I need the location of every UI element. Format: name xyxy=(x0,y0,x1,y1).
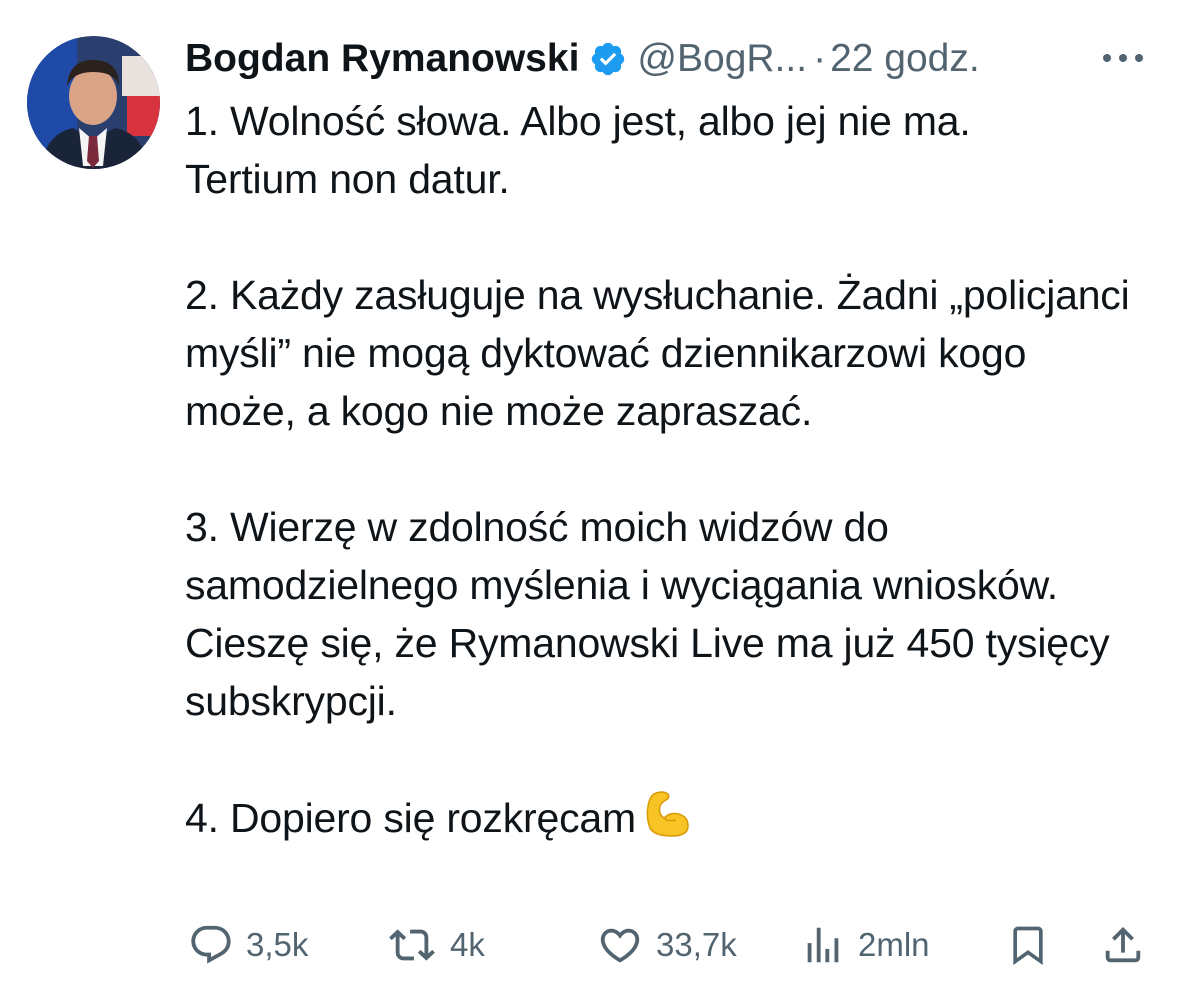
author-handle[interactable]: @BogR... xyxy=(637,34,807,84)
bookmark-icon xyxy=(1013,926,1043,966)
tweet-header: Bogdan Rymanowski @BogR... · 22 godz. xyxy=(185,34,980,84)
tweet-text: 1. Wolność słowa. Albo jest, albo jej ni… xyxy=(185,98,1130,841)
verified-badge-icon[interactable] xyxy=(589,40,627,78)
retweet-icon xyxy=(389,929,435,961)
avatar-image xyxy=(27,36,160,169)
share-icon xyxy=(1105,926,1141,963)
more-options-icon[interactable] xyxy=(1098,48,1148,68)
like-button[interactable]: 33,7k xyxy=(596,915,737,975)
tweet-actions: 3,5k 4k 33,7k 2mln xyxy=(0,915,1179,975)
views-icon xyxy=(807,927,839,963)
like-count: 33,7k xyxy=(656,926,737,963)
heart-icon xyxy=(600,928,640,963)
tweet-timestamp[interactable]: 22 godz. xyxy=(830,34,980,84)
retweet-count: 4k xyxy=(450,926,485,963)
avatar[interactable] xyxy=(27,36,160,169)
reply-button[interactable]: 3,5k xyxy=(188,915,308,975)
author-name[interactable]: Bogdan Rymanowski xyxy=(185,34,579,84)
views-count: 2mln xyxy=(858,926,930,963)
retweet-button[interactable]: 4k xyxy=(386,915,485,975)
bookmark-button[interactable] xyxy=(1006,915,1050,975)
separator-dot: · xyxy=(813,37,827,80)
share-button[interactable] xyxy=(1100,915,1146,975)
reply-count: 3,5k xyxy=(246,926,309,963)
views-button[interactable]: 2mln xyxy=(800,915,930,975)
tweet-body: 1. Wolność słowa. Albo jest, albo jej ni… xyxy=(185,92,1145,847)
reply-icon xyxy=(191,925,231,964)
flexed-biceps-emoji xyxy=(642,788,694,840)
